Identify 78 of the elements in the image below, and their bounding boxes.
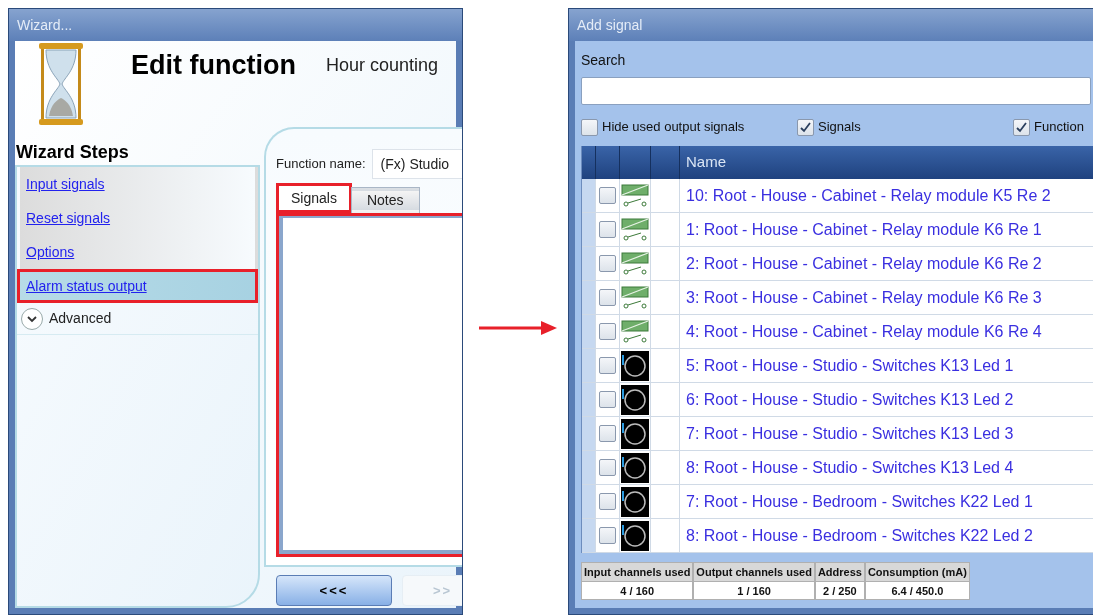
wizard-step-item[interactable]: Reset signals bbox=[17, 201, 258, 235]
signal-name: 8: Root - House - Bedroom - Switches K22 Led 2 bbox=[686, 525, 1033, 546]
row-checkbox[interactable] bbox=[599, 493, 616, 510]
hourglass-icon bbox=[37, 42, 85, 126]
relay-switch-icon bbox=[621, 319, 649, 344]
signal-row[interactable]: 3: Root - House - Cabinet - Relay module K6 Re 3 bbox=[582, 281, 1093, 315]
tab[interactable]: Notes bbox=[351, 188, 419, 213]
stat-label: Consumption (mA) bbox=[866, 565, 968, 580]
row-checkbox[interactable] bbox=[599, 425, 616, 442]
signal-row[interactable]: 4: Root - House - Cabinet - Relay module K6 Re 4 bbox=[582, 315, 1093, 349]
filter-label: Function bbox=[1034, 118, 1084, 137]
row-checkbox[interactable] bbox=[599, 459, 616, 476]
window-title: Add signal bbox=[577, 15, 643, 35]
wizard-step-item[interactable]: Alarm status output bbox=[17, 269, 258, 303]
row-checkbox[interactable] bbox=[599, 323, 616, 340]
function-name-field[interactable]: (Fx) Studio bbox=[371, 149, 462, 179]
filter-label: Signals bbox=[818, 118, 861, 137]
window-title: Wizard... bbox=[17, 15, 73, 35]
stat-value: 2 / 250 bbox=[815, 581, 864, 599]
signal-name: 1: Root - House - Cabinet - Relay module K6 Re 1 bbox=[686, 219, 1042, 240]
signal-name: 3: Root - House - Cabinet - Relay module K6 Re 3 bbox=[686, 287, 1042, 308]
filter-checkbox[interactable] bbox=[797, 118, 814, 136]
search-field[interactable] bbox=[581, 77, 1091, 105]
signal-name: 6: Root - House - Studio - Switches K13 Led 2 bbox=[686, 389, 1014, 410]
advanced-expander[interactable]: Advanced bbox=[17, 303, 258, 335]
relay-switch-icon bbox=[621, 285, 649, 310]
led-icon bbox=[621, 452, 649, 483]
led-icon bbox=[621, 350, 649, 381]
wizard-step-item[interactable]: Options bbox=[17, 235, 258, 269]
row-checkbox[interactable] bbox=[599, 391, 616, 408]
signal-row[interactable]: 6: Root - House - Studio - Switches K13 Led 2 bbox=[582, 383, 1093, 417]
filter-checkbox[interactable] bbox=[581, 118, 598, 136]
signal-name: 5: Root - House - Studio - Switches K13 Led 1 bbox=[686, 355, 1014, 376]
relay-switch-icon bbox=[621, 251, 649, 276]
led-icon bbox=[621, 520, 649, 551]
filter-checkbox[interactable] bbox=[1013, 118, 1030, 136]
row-checkbox[interactable] bbox=[599, 527, 616, 544]
signal-row[interactable]: 5: Root - House - Studio - Switches K13 Led 1 bbox=[582, 349, 1093, 383]
signal-row[interactable]: 7: Root - House - Bedroom - Switches K22 Led 1 bbox=[582, 485, 1093, 519]
signal-row[interactable]: 1: Root - House - Cabinet - Relay module K6 Re 1 bbox=[582, 213, 1093, 247]
signal-name: 7: Root - House - Studio - Switches K13 Led 3 bbox=[686, 423, 1014, 444]
stat-label: Output channels used bbox=[695, 565, 813, 580]
signal-row[interactable]: 8: Root - House - Studio - Switches K13 Led 4 bbox=[582, 451, 1093, 485]
row-checkbox[interactable] bbox=[599, 289, 616, 306]
function-name-label: Function name: bbox=[276, 155, 366, 174]
steps-heading: Wizard Steps bbox=[15, 141, 130, 163]
led-icon bbox=[621, 486, 649, 517]
row-checkbox[interactable] bbox=[599, 221, 616, 238]
signal-name: 4: Root - House - Cabinet - Relay module K6 Re 4 bbox=[686, 321, 1042, 342]
row-checkbox[interactable] bbox=[599, 255, 616, 272]
chevron-icon bbox=[27, 314, 37, 323]
row-checkbox[interactable] bbox=[599, 357, 616, 374]
tab[interactable]: Signals bbox=[276, 183, 352, 213]
row-checkbox[interactable] bbox=[599, 187, 616, 204]
signal-name: 7: Root - House - Bedroom - Switches K22 Led 1 bbox=[686, 491, 1033, 512]
relay-switch-icon bbox=[621, 183, 649, 208]
led-icon bbox=[621, 384, 649, 415]
stat-label: Input channels used bbox=[583, 565, 692, 580]
signal-name: 8: Root - House - Studio - Switches K13 Led 4 bbox=[686, 457, 1014, 478]
stat-value: 6.4 / 450.0 bbox=[865, 581, 969, 599]
signal-row[interactable]: 8: Root - House - Bedroom - Switches K22 Led 2 bbox=[582, 519, 1093, 553]
search-label: Search bbox=[581, 51, 627, 69]
column-header: Name bbox=[686, 152, 726, 173]
signal-row[interactable]: 7: Root - House - Studio - Switches K13 Led 3 bbox=[582, 417, 1093, 451]
signal-name: 2: Root - House - Cabinet - Relay module K6 Re 2 bbox=[686, 253, 1042, 274]
signal-name: 10: Root - House - Cabinet - Relay module K5 Re 2 bbox=[686, 185, 1051, 206]
wizard-step-item[interactable]: Input signals bbox=[17, 167, 258, 201]
stat-value: 1 / 160 bbox=[694, 581, 814, 599]
stat-label: Address bbox=[816, 565, 863, 580]
signal-row[interactable]: 10: Root - House - Cabinet - Relay module K5 Re 2 bbox=[582, 179, 1093, 213]
function-type-label: Hour counting bbox=[325, 54, 439, 77]
nav-button[interactable]: <<< bbox=[276, 575, 392, 606]
led-icon bbox=[621, 418, 649, 449]
filter-label: Hide used output signals bbox=[602, 118, 745, 137]
page-heading: Edit function bbox=[131, 49, 296, 82]
stat-value: 4 / 160 bbox=[582, 581, 693, 599]
signal-row[interactable]: 2: Root - House - Cabinet - Relay module K6 Re 2 bbox=[582, 247, 1093, 281]
relay-switch-icon bbox=[621, 217, 649, 242]
